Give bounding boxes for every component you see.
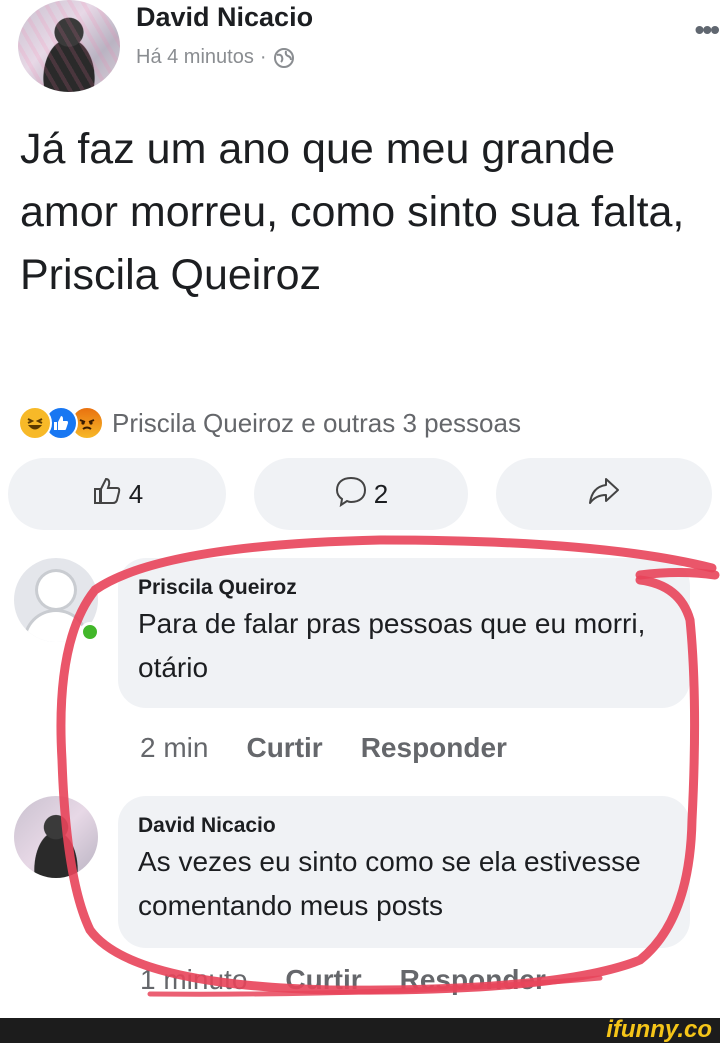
comment-text: As vezes eu sinto como se ela estivesse …: [138, 846, 641, 921]
post-text: Já faz um ano que meu grande amor morreu…: [20, 125, 685, 299]
post-header: David Nicacio Há 4 minutos · •••: [18, 0, 720, 100]
meta-separator: ·: [259, 46, 267, 68]
ifunny-watermark: ifunny.co: [606, 1016, 712, 1043]
commenter-avatar[interactable]: [14, 796, 98, 878]
comment-reply-link[interactable]: Responder: [361, 732, 507, 764]
like-count: 4: [128, 478, 144, 509]
share-icon: [587, 475, 621, 514]
comment-meta: 1 minuto Curtir Responder: [140, 964, 546, 996]
haha-reaction-icon: [18, 406, 52, 440]
comment-meta: 2 min Curtir Responder: [140, 732, 507, 764]
comment-text: Para de falar pras pessoas que eu morri,…: [138, 608, 646, 683]
post-actions: 4 2: [8, 458, 712, 530]
comment-time[interactable]: 1 minuto: [140, 964, 247, 996]
share-button[interactable]: [496, 458, 712, 530]
comment-reply-link[interactable]: Responder: [400, 964, 546, 996]
author-name[interactable]: David Nicacio: [136, 2, 313, 33]
thumbs-up-icon: [91, 475, 123, 514]
comment-icon: [334, 475, 368, 514]
comment-author[interactable]: Priscila Queiroz: [138, 576, 670, 600]
post-meta: Há 4 minutos ·: [136, 46, 295, 69]
like-button[interactable]: 4: [8, 458, 226, 530]
comment-author[interactable]: David Nicacio: [138, 814, 670, 838]
online-status-dot: [80, 622, 100, 642]
comment-time[interactable]: 2 min: [140, 732, 208, 764]
comment-count: 2: [373, 478, 389, 509]
comment-button[interactable]: 2: [254, 458, 468, 530]
comment-bubble: Priscila Queiroz Para de falar pras pess…: [118, 558, 690, 708]
comment-like-link[interactable]: Curtir: [246, 732, 322, 764]
reactions-summary[interactable]: Priscila Queiroz e outras 3 pessoas: [18, 398, 521, 448]
more-icon[interactable]: •••: [695, 14, 720, 46]
globe-icon: [273, 47, 295, 69]
post-time[interactable]: Há 4 minutos: [136, 46, 254, 69]
comment-like-link[interactable]: Curtir: [285, 964, 361, 996]
reactions-text: Priscila Queiroz e outras 3 pessoas: [112, 407, 521, 438]
author-avatar[interactable]: [18, 0, 120, 92]
comment-bubble: David Nicacio As vezes eu sinto como se …: [118, 796, 690, 948]
